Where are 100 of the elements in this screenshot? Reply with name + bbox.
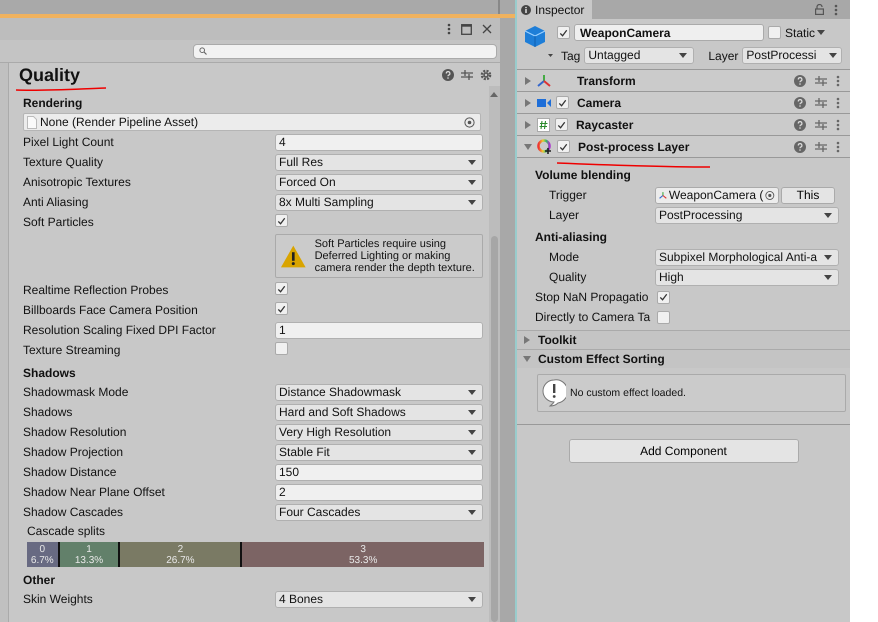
checkbox[interactable] [657,310,670,324]
checkbox[interactable] [557,140,570,153]
input-field[interactable]: 4 [275,134,483,150]
section-heading: Other [23,572,56,589]
name-field[interactable]: WeaponCamera [574,24,764,41]
help-icon[interactable] [794,140,806,152]
caret-icon [468,160,476,164]
cascade-segment[interactable]: 2 26.7% [118,542,240,567]
foldout-header[interactable]: Custom Effect Sorting [517,349,850,368]
field-label: Shadow Near Plane Offset [23,485,166,499]
axes-icon [537,74,551,88]
collapsed-arrow-icon[interactable] [524,120,532,128]
checkbox[interactable] [556,96,569,109]
field-label: Layer [708,48,738,62]
scroll-up-icon[interactable] [490,92,498,97]
add-component-button[interactable]: Add Component [568,439,798,463]
checkbox[interactable] [275,282,288,296]
cascade-index: 0 [40,544,46,554]
sliders-icon[interactable] [815,96,827,108]
search-field[interactable] [193,44,497,58]
caret-icon [468,430,476,434]
input-field[interactable]: 150 [275,464,483,480]
object-field[interactable]: WeaponCamera ( [655,186,779,204]
checkbox[interactable] [768,26,781,39]
more-icon[interactable] [836,118,840,130]
dropdown[interactable]: Untagged [584,47,694,64]
settings-icon[interactable] [480,69,492,81]
close-icon[interactable] [482,24,492,34]
info-text: No custom effect loaded. [570,387,686,399]
help-icon[interactable] [794,96,806,108]
cascade-segment[interactable]: 3 53.3% [240,542,484,567]
dropdown[interactable]: 8x Multi Sampling [275,194,483,210]
dropdown[interactable]: PostProcessi [742,47,842,64]
checkbox[interactable] [275,214,288,228]
collapsed-arrow-icon[interactable] [524,98,532,106]
sliders-icon[interactable] [815,140,827,152]
more-icon[interactable] [834,4,838,16]
dropdown[interactable]: Forced On [275,174,483,190]
checkbox[interactable] [555,118,568,131]
caret-icon [468,200,476,204]
input-field[interactable]: 2 [275,484,483,500]
field-label: Texture Streaming [23,343,122,357]
field-label: Anisotropic Textures [23,175,132,189]
target-icon[interactable] [765,190,775,200]
field-label: Shadowmask Mode [23,385,130,399]
cascade-percent: 26.7% [166,554,195,566]
cascade-bar[interactable]: 0 6.7% 1 13.3% 2 26.7% 3 53.3% [27,542,484,567]
dropdown[interactable]: Distance Shadowmask [275,384,483,400]
maximize-icon[interactable] [461,24,472,34]
caret-icon [468,510,476,514]
inspector-tab[interactable]: Inspector [517,0,592,19]
more-icon[interactable] [447,23,451,35]
input-field[interactable]: 1 [275,322,483,338]
field-label: Shadows [23,405,74,419]
dropdown[interactable]: PostProcessing [655,206,839,224]
field-label: Shadow Cascades [23,505,124,519]
field-label: Directly to Camera Ta [535,310,652,324]
color-wheel-icon [537,139,552,154]
cascade-segment[interactable]: 1 13.3% [58,542,118,567]
caret-icon [468,596,476,602]
checkbox[interactable] [275,342,288,355]
help-icon[interactable] [794,118,806,130]
more-icon[interactable] [836,74,840,86]
field-label: Trigger [549,188,588,202]
dropdown[interactable]: High [655,268,839,286]
lock-icon[interactable] [815,4,824,15]
field-label: Pixel Light Count [23,135,115,149]
this-button[interactable]: This [781,186,835,204]
checkbox[interactable] [275,302,288,316]
more-icon[interactable] [836,140,840,152]
sliders-icon[interactable] [815,118,827,130]
target-icon[interactable] [464,116,475,128]
expanded-arrow-icon[interactable] [524,142,532,150]
foldout-header[interactable]: Toolkit [517,330,850,349]
collapsed-arrow-icon[interactable] [524,76,532,84]
dropdown[interactable]: Hard and Soft Shadows [275,404,483,420]
checkbox[interactable] [657,290,670,304]
dropdown[interactable]: 4 Bones [275,590,483,608]
help-icon[interactable] [794,74,806,86]
object-value: WeaponCamera ( [668,188,764,202]
more-icon[interactable] [836,96,840,108]
cascade-percent: 6.7% [30,554,54,566]
cascade-index: 1 [86,544,92,554]
object-field[interactable]: None (Render Pipeline Asset) [23,113,481,131]
cascade-segment[interactable]: 0 6.7% [27,542,58,567]
dropdown[interactable]: Full Res [275,154,483,170]
sliders-icon[interactable] [461,69,473,81]
static-dropdown[interactable]: Static [785,26,826,40]
dropdown[interactable]: Very High Resolution [275,424,483,440]
sliders-icon[interactable] [815,74,827,86]
dropdown[interactable]: Four Cascades [275,504,483,520]
caret-icon [468,450,476,454]
panel-title: Quality [19,64,80,86]
field-label: Shadow Resolution [23,425,128,439]
component-header[interactable]: Post-process Layer [517,136,850,158]
help-icon[interactable] [442,69,454,81]
checkbox[interactable] [557,26,570,39]
field-label: Cascade splits [26,523,106,540]
dropdown[interactable]: Subpixel Morphological Anti-a [655,248,839,266]
dropdown[interactable]: Stable Fit [275,444,483,460]
